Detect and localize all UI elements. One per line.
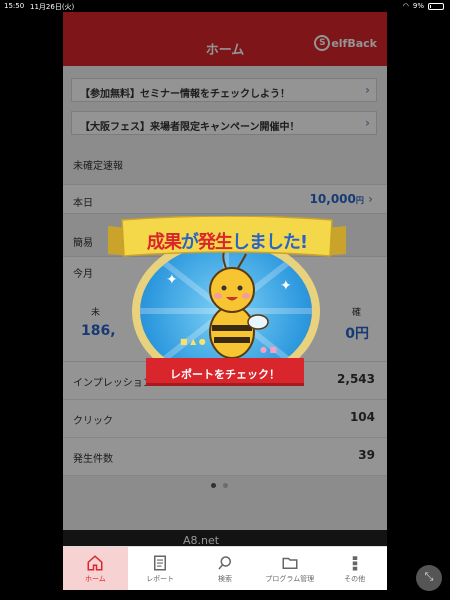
app-screen: ホーム S elfBack 【参加無料】セミナー情報をチェックしよう！ › 【大… [63,12,387,590]
tab-home[interactable]: ホーム [63,547,128,590]
tab-other[interactable]: その他 [322,547,387,590]
tab-label: ホーム [85,574,106,583]
tab-label: その他 [344,574,366,583]
status-time: 15:50 [4,2,25,10]
report-icon [154,555,167,570]
tab-search[interactable]: 検索 [193,547,258,590]
check-report-button[interactable]: レポートをチェック！ [146,358,304,386]
tab-label: レポート [146,574,175,583]
more-icon [352,555,357,570]
tab-label: 検索 [217,574,232,583]
tab-bar: ホーム レポート 検索 プログラム管理 その他 [63,546,387,590]
search-icon [218,555,231,569]
modal-overlay[interactable] [63,12,387,590]
tab-program-management[interactable]: プログラム管理 [257,547,322,590]
status-bar: 15:50 11月26日(火) ◠ 9% [0,0,450,12]
status-right: ◠ 9% [403,2,444,10]
folder-icon [282,557,298,569]
battery-icon [428,2,444,10]
battery-percent: 9% [412,2,424,10]
tab-report[interactable]: レポート [128,547,193,590]
collapse-icon[interactable]: ⤡ [416,565,442,591]
wifi-icon: ◠ [402,2,409,10]
status-date: 11月26日(火) [30,3,75,11]
tab-label: プログラム管理 [265,574,315,583]
home-icon [87,554,103,570]
